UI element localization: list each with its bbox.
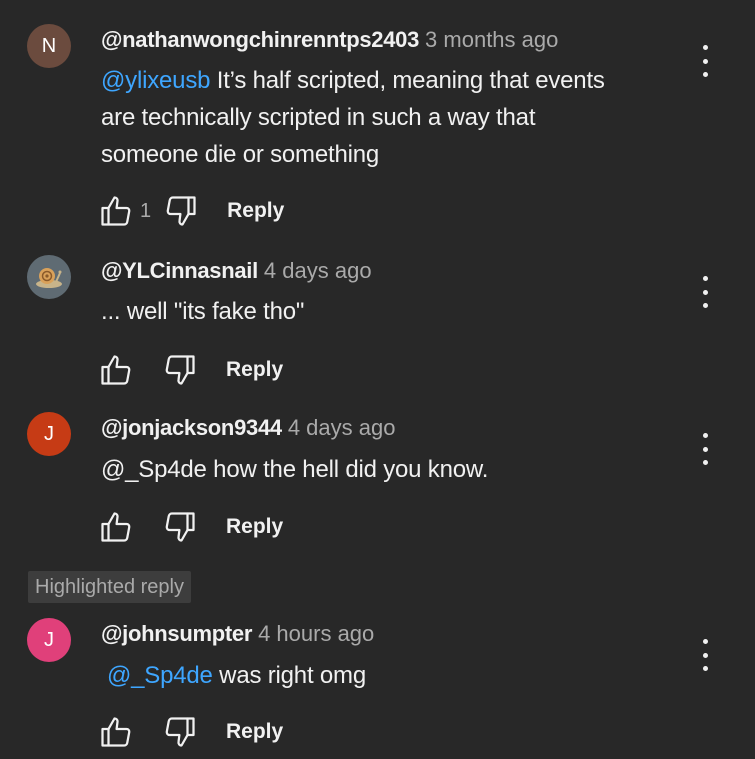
menu-dot [702,639,708,644]
dislike-button[interactable] [160,712,200,752]
comment-text-line: It’s half scripted, meaning that events [210,67,605,94]
like-button[interactable] [96,191,136,231]
comment-actions: Reply [96,712,283,752]
thumbs-down-icon [165,717,195,747]
comment-text: @ylixeusb It’s half scripted, meaning th… [101,62,681,173]
menu-dot [702,72,708,77]
mention-link[interactable]: @ylixeusb [101,67,210,94]
reply-button[interactable]: Reply [226,515,283,539]
avatar[interactable]: J [27,618,71,662]
comment-header: @jonjackson9344 4 days ago [101,415,395,441]
highlighted-reply-badge: Highlighted reply [28,571,191,603]
menu-dot [702,58,708,64]
comment-actions: Reply [96,350,283,390]
menu-dot [702,666,708,671]
author-name[interactable]: @nathanwongchinrenntps2403 [101,27,419,52]
comment-text: @_Sp4de was right omg [107,657,687,694]
menu-dot [702,45,708,50]
timestamp[interactable]: 4 hours ago [258,621,374,646]
thumbs-up-icon [101,717,131,747]
thumbs-down-icon [165,355,195,385]
timestamp[interactable]: 4 days ago [264,258,372,283]
comment-text: @_Sp4de how the hell did you know. [101,456,489,483]
thumbs-down-icon [165,512,195,542]
more-vert-icon[interactable] [692,43,718,79]
author-name[interactable]: @johnsumpter [101,621,252,646]
avatar[interactable]: N [27,24,71,68]
comment-text-line: someone die or something [101,141,380,168]
comment-header: @nathanwongchinrenntps2403 3 months ago [101,27,558,53]
reply-button[interactable]: Reply [226,720,283,744]
like-button[interactable] [96,712,136,752]
menu-dot [702,460,708,465]
like-count: 1 [140,199,152,222]
mention-link[interactable]: @_Sp4de [107,662,213,689]
thumbs-down-icon [166,196,196,226]
author-name[interactable]: @jonjackson9344 [101,415,282,440]
reply-button[interactable]: Reply [226,358,283,382]
menu-dot [702,289,708,295]
menu-dot [702,446,708,452]
like-button[interactable] [96,350,136,390]
menu-dot [702,652,708,658]
like-button[interactable] [96,507,136,547]
comment-text: ... well "its fake tho" [101,298,305,325]
reply-button[interactable]: Reply [227,199,284,223]
more-vert-icon[interactable] [692,274,718,310]
menu-dot [702,433,708,438]
comment-actions: 1 Reply [96,191,284,231]
thumbs-up-icon [101,355,131,385]
avatar[interactable]: J [27,412,71,456]
comment-header: @YLCinnasnail 4 days ago [101,258,372,284]
comment-actions: Reply [96,507,283,547]
comment-thread: N @nathanwongchinrenntps2403 3 months ago… [0,0,755,759]
timestamp[interactable]: 3 months ago [425,27,558,52]
timestamp[interactable]: 4 days ago [288,415,396,440]
avatar-letter: N [41,34,57,57]
more-vert-icon[interactable] [692,431,718,467]
thumbs-up-icon [101,512,131,542]
author-name[interactable]: @YLCinnasnail [101,258,258,283]
thumbs-up-icon [101,196,131,226]
avatar[interactable] [27,255,71,299]
avatar-letter: J [44,422,54,445]
avatar-letter: J [44,628,54,651]
dislike-button[interactable] [160,350,200,390]
snail-avatar-icon [36,268,62,288]
comment-header: @johnsumpter 4 hours ago [101,621,374,647]
menu-dot [702,303,708,308]
dislike-button[interactable] [160,507,200,547]
menu-dot [702,276,708,281]
comment-text-line: are technically scripted in such a way t… [101,104,536,131]
more-vert-icon[interactable] [692,637,718,673]
dislike-button[interactable] [161,191,201,231]
comment-text-line: was right omg [212,662,366,689]
